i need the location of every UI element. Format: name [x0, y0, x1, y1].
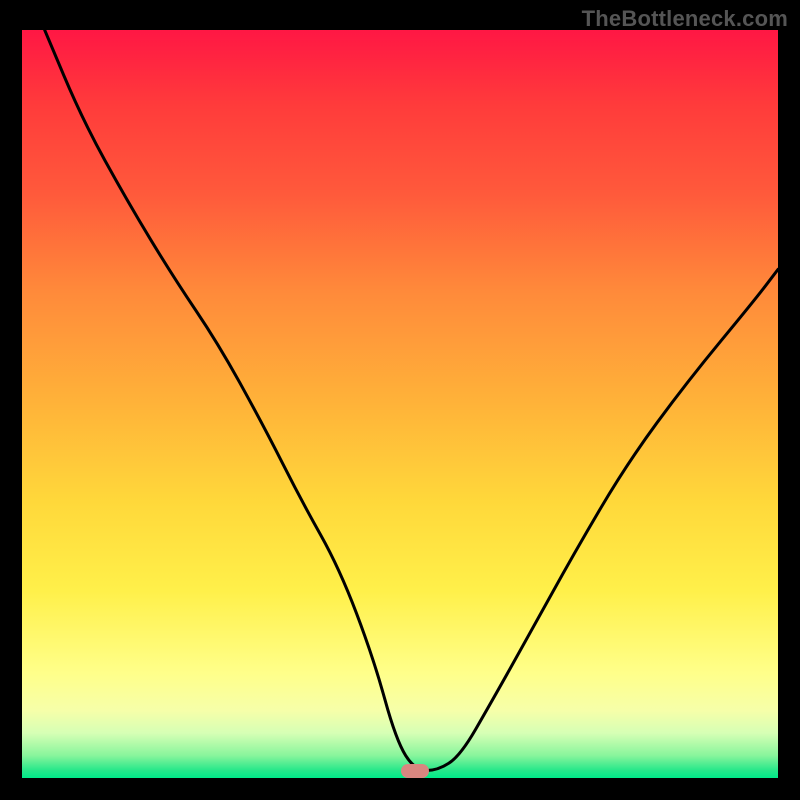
watermark-text: TheBottleneck.com: [582, 6, 788, 32]
bottleneck-curve: [22, 30, 778, 778]
chart-wrapper: TheBottleneck.com: [0, 0, 800, 800]
minimum-marker: [401, 764, 429, 778]
plot-area: [22, 30, 778, 778]
